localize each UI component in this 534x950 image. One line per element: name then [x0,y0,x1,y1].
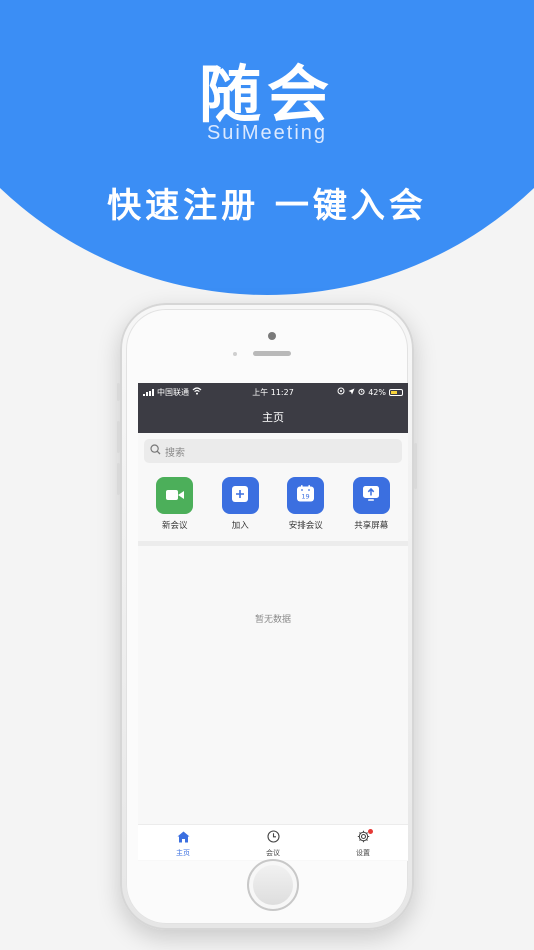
tab-home-label: 主页 [176,848,190,857]
section-divider [138,541,408,546]
app-screen: 中国联通 上午 11:27 42% 主页 搜索 新会议 加入 19 安排会议 共… [138,383,408,861]
search-placeholder: 搜索 [165,447,185,459]
clock-icon [266,828,280,847]
tab-meetings-label: 会议 [266,848,280,857]
plus-icon [232,485,249,506]
signal-icon [143,388,154,396]
navigation-icon [348,388,355,397]
slogan: 快速注册 一键入会 [107,186,427,226]
video-camera-icon [165,486,184,505]
new-meeting-tile[interactable] [156,477,194,514]
location-icon [337,387,345,397]
home-button[interactable] [247,859,299,911]
home-icon [177,828,190,847]
share-screen-tile[interactable] [352,477,390,514]
new-meeting-button[interactable]: 新会议 [145,477,205,531]
nav-bar: 主页 [138,401,408,433]
proximity-sensor [233,352,237,356]
new-meeting-label: 新会议 [161,521,188,531]
tab-home[interactable]: 主页 [138,825,228,860]
search-input[interactable]: 搜索 [144,439,402,463]
alarm-icon [358,388,365,397]
brand-title: 随会 [198,58,335,131]
join-meeting-button[interactable]: 加入 [210,477,270,531]
wifi-icon [192,387,202,397]
carrier-label: 中国联通 [157,387,189,397]
tab-bar: 主页 会议 设置 [138,824,408,860]
earpiece-speaker [253,351,291,356]
volume-up-button [117,421,120,453]
calendar-icon: 19 [297,485,315,506]
share-screen-icon [363,486,380,505]
join-meeting-label: 加入 [231,521,249,531]
promo-page: 随会 SuiMeeting 快速注册 一键入会 中国联通 上午 11:27 42… [0,0,534,950]
empty-state-text: 暂无数据 [254,615,291,625]
volume-down-button [117,463,120,495]
schedule-meeting-button[interactable]: 19 安排会议 [276,477,336,531]
calendar-day: 19 [302,493,310,501]
join-meeting-tile[interactable] [221,477,259,514]
status-time: 上午 11:27 [252,387,294,397]
tab-settings-label: 设置 [356,848,370,857]
status-bar: 中国联通 上午 11:27 42% [138,383,408,401]
front-camera [268,332,276,340]
tab-settings[interactable]: 设置 [318,825,408,860]
share-screen-label: 共享屏幕 [354,521,389,531]
brand-subtitle: SuiMeeting [206,122,328,144]
schedule-meeting-tile[interactable]: 19 [287,477,325,514]
tab-meetings[interactable]: 会议 [228,825,318,860]
battery-icon [389,388,403,396]
schedule-meeting-label: 安排会议 [288,521,323,531]
phone-body: 中国联通 上午 11:27 42% 主页 搜索 新会议 加入 19 安排会议 共… [126,309,408,924]
battery-percent: 42% [368,387,386,397]
phone-mockup: 中国联通 上午 11:27 42% 主页 搜索 新会议 加入 19 安排会议 共… [117,303,417,930]
page-title: 主页 [262,411,284,424]
mute-switch [117,383,120,401]
share-screen-button[interactable]: 共享屏幕 [341,477,401,531]
search-icon [150,444,161,458]
notification-badge [368,829,373,834]
quick-actions: 新会议 加入 19 安排会议 共享屏幕 [138,477,408,531]
power-button [414,443,417,489]
